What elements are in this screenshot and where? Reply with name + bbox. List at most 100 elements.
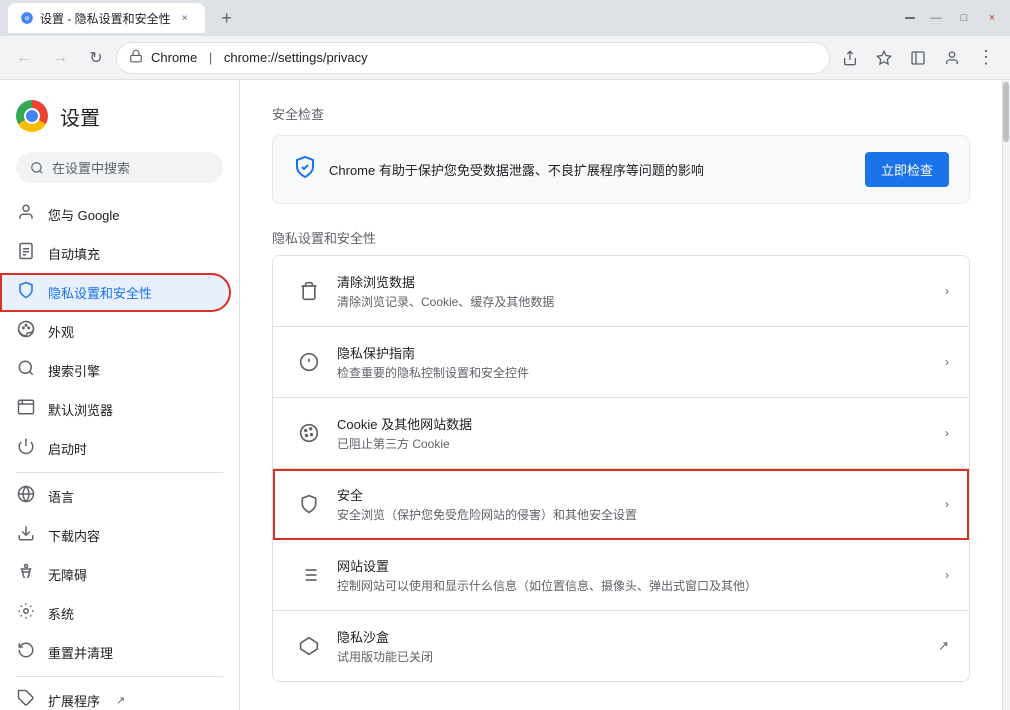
cookie-icon (293, 423, 325, 443)
window-controls: — □ × (902, 8, 1002, 28)
search-bar[interactable]: 在设置中搜索 (16, 152, 223, 183)
titlebar: ⚙ 设置 - 隐私设置和安全性 × + — □ × (0, 0, 1010, 36)
security-title: 安全 (337, 485, 945, 504)
language-icon (16, 485, 36, 508)
sidebar-item-browser[interactable]: 默认浏览器 (0, 390, 231, 429)
toolbar-actions: ⋮ (834, 42, 1002, 74)
reset-icon (16, 641, 36, 664)
sidebar-label-reset: 重置并清理 (48, 643, 113, 662)
profile-btn[interactable] (936, 42, 968, 74)
svg-text:⚙: ⚙ (24, 15, 29, 22)
shield-check-icon (293, 155, 317, 185)
privacy-settings-list: 清除浏览数据 清除浏览记录、Cookie、缓存及其他数据 › 隐私保护指南 检查… (272, 255, 970, 682)
new-tab-btn[interactable]: + (213, 4, 241, 32)
sidebar-label-extensions: 扩展程序 (48, 691, 100, 710)
sidebar-label-appearance: 外观 (48, 322, 74, 341)
settings-item-privacy-sandbox[interactable]: 隐私沙盒 试用版功能已关闭 ↗ (273, 611, 969, 681)
safety-section-title: 安全检查 (272, 104, 970, 123)
chrome-logo (16, 100, 48, 132)
safety-check-card: Chrome 有助于保护您免受数据泄露、不良扩展程序等问题的影响 立即检查 (272, 135, 970, 204)
sidebar-item-startup[interactable]: 启动时 (0, 429, 231, 468)
sidebar: 设置 在设置中搜索 您与 Google 自动填充 隐私设 (0, 80, 240, 710)
sidebar-title: 设置 (60, 102, 100, 131)
clear-browsing-arrow: › (945, 284, 949, 298)
sidebar-item-language[interactable]: 语言 (0, 477, 231, 516)
settings-item-security[interactable]: 安全 安全浏览（保护您免受危险网站的侵害）和其他安全设置 › (273, 469, 969, 540)
privacy-sandbox-subtitle: 试用版功能已关闭 (337, 648, 938, 665)
search2-icon (16, 359, 36, 382)
cookies-arrow: › (945, 426, 949, 440)
menu-btn[interactable]: ⋮ (970, 42, 1002, 74)
bookmark-btn[interactable] (868, 42, 900, 74)
privacy-sandbox-title: 隐私沙盒 (337, 627, 938, 646)
minimize-btn[interactable]: — (926, 8, 946, 28)
sidebar-item-search[interactable]: 搜索引擎 (0, 351, 231, 390)
address-bar[interactable]: Chrome | chrome://settings/privacy (116, 42, 830, 74)
sidebar-item-system[interactable]: 系统 (0, 594, 231, 633)
tab-favicon: ⚙ (20, 11, 34, 25)
trash-icon (293, 281, 325, 301)
settings-item-cookies[interactable]: Cookie 及其他网站数据 已阻止第三方 Cookie › (273, 398, 969, 469)
puzzle-icon (16, 689, 36, 710)
sidebar-header: 设置 (0, 88, 239, 148)
search-container: 在设置中搜索 (0, 148, 239, 195)
safety-check-btn[interactable]: 立即检查 (865, 152, 949, 187)
refresh-btn[interactable]: ↻ (80, 42, 112, 74)
sidebar-item-autofill[interactable]: 自动填充 (0, 234, 231, 273)
main-layout: 设置 在设置中搜索 您与 Google 自动填充 隐私设 (0, 80, 1010, 710)
security-content: 安全 安全浏览（保护您免受危险网站的侵害）和其他安全设置 (337, 485, 945, 523)
settings-icon (16, 602, 36, 625)
privacy-guide-subtitle: 检查重要的隐私控制设置和安全控件 (337, 364, 945, 381)
cookies-title: Cookie 及其他网站数据 (337, 414, 945, 433)
person-icon (16, 203, 36, 226)
sidebar-label-language: 语言 (48, 487, 74, 506)
safety-description: Chrome 有助于保护您免受数据泄露、不良扩展程序等问题的影响 (329, 160, 704, 179)
privacy-guide-icon (293, 352, 325, 372)
sidebar-label-you-google: 您与 Google (48, 205, 120, 224)
lock-icon (129, 49, 143, 66)
site-settings-title: 网站设置 (337, 556, 945, 575)
sidebar-item-appearance[interactable]: 外观 (0, 312, 231, 351)
site-settings-arrow: › (945, 568, 949, 582)
sandbox-icon (293, 636, 325, 656)
sidebar-label-search: 搜索引擎 (48, 361, 100, 380)
share-btn[interactable] (834, 42, 866, 74)
sidebar-item-you-google[interactable]: 您与 Google (0, 195, 231, 234)
back-btn[interactable]: ← (8, 42, 40, 74)
maximize-btn[interactable]: □ (954, 8, 974, 28)
search-placeholder: 在设置中搜索 (52, 158, 130, 177)
settings-item-clear-browsing[interactable]: 清除浏览数据 清除浏览记录、Cookie、缓存及其他数据 › (273, 256, 969, 327)
sidebar-item-download[interactable]: 下载内容 (0, 516, 231, 555)
clear-browsing-subtitle: 清除浏览记录、Cookie、缓存及其他数据 (337, 293, 945, 310)
chevron-down-icon (902, 10, 918, 26)
security-arrow: › (945, 497, 949, 511)
privacy-guide-content: 隐私保护指南 检查重要的隐私控制设置和安全控件 (337, 343, 945, 381)
browser-icon (16, 398, 36, 421)
close-btn[interactable]: × (982, 8, 1002, 28)
sidebar-divider (16, 472, 223, 473)
tab-close-btn[interactable]: × (177, 10, 193, 26)
privacy-sandbox-content: 隐私沙盒 试用版功能已关闭 (337, 627, 938, 665)
scrollbar-thumb[interactable] (1003, 82, 1009, 142)
privacy-sandbox-external-icon: ↗ (938, 638, 949, 654)
settings-item-privacy-guide[interactable]: 隐私保护指南 检查重要的隐私控制设置和安全控件 › (273, 327, 969, 398)
sidebar-label-startup: 启动时 (48, 439, 87, 458)
sidebar-item-privacy[interactable]: 隐私设置和安全性 (0, 273, 231, 312)
download-icon (16, 524, 36, 547)
tab-title: 设置 - 隐私设置和安全性 (40, 10, 171, 27)
browser-toolbar: ← → ↻ Chrome | chrome://settings/privacy… (0, 36, 1010, 80)
power-icon (16, 437, 36, 460)
active-tab[interactable]: ⚙ 设置 - 隐私设置和安全性 × (8, 3, 205, 33)
site-settings-content: 网站设置 控制网站可以使用和显示什么信息（如位置信息、摄像头、弹出式窗口及其他） (337, 556, 945, 594)
security-shield-icon (293, 494, 325, 514)
address-separator: | (205, 50, 216, 65)
tab-search-btn[interactable] (902, 42, 934, 74)
sidebar-item-accessibility[interactable]: 无障碍 (0, 555, 231, 594)
privacy-guide-title: 隐私保护指南 (337, 343, 945, 362)
sidebar-item-reset[interactable]: 重置并清理 (0, 633, 231, 672)
forward-btn[interactable]: → (44, 42, 76, 74)
settings-item-site-settings[interactable]: 网站设置 控制网站可以使用和显示什么信息（如位置信息、摄像头、弹出式窗口及其他）… (273, 540, 969, 611)
clear-browsing-content: 清除浏览数据 清除浏览记录、Cookie、缓存及其他数据 (337, 272, 945, 310)
sidebar-label-download: 下载内容 (48, 526, 100, 545)
sidebar-item-extensions[interactable]: 扩展程序 ↗ (0, 681, 231, 710)
